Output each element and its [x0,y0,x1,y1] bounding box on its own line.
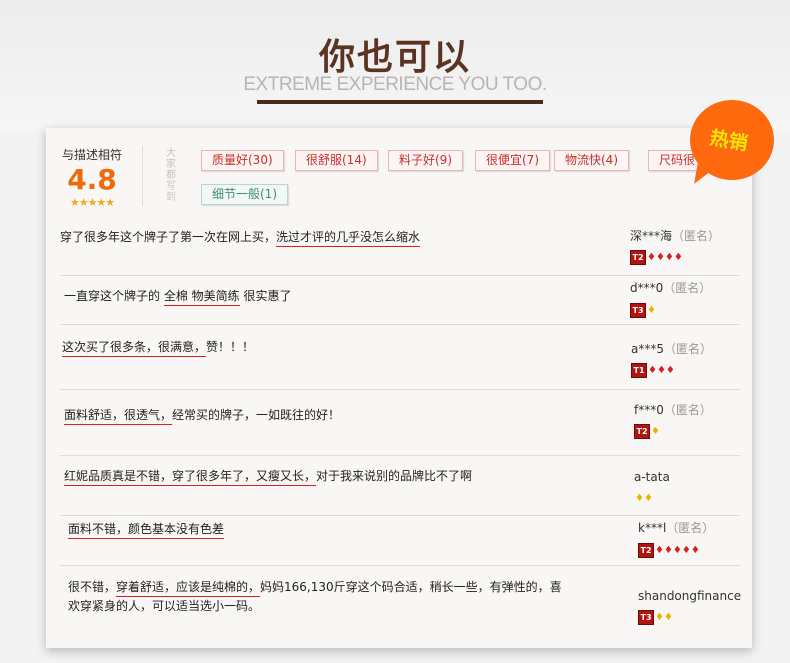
review-text: 这次买了很多条，很满意，赞！！！ [62,339,552,357]
reviewer-name: shandongfinance [638,589,742,603]
review-highlight: 洗过才评的几乎没怎么缩水 [276,230,421,247]
reviewer-badges: T1 ♦♦♦ [631,360,675,378]
review-highlight: 这次买了很多条，很满意， [62,340,207,357]
level-icon: T2 [630,250,646,265]
reviewer: a-tata [634,469,670,485]
diamond-icon: ♦♦ [655,611,673,623]
anonymous-label: （匿名） [663,281,712,295]
level-icon: T2 [634,424,650,439]
tag-fast-shipping[interactable]: 物流快(4) [554,150,629,171]
tag-material[interactable]: 料子好(9) [388,150,463,171]
review-text-plain: 很不错， [68,580,117,594]
review-text: 面料舒适，很透气，经常买的牌子，一如既往的好！ [64,407,554,425]
anonymous-label: （匿名） [672,229,721,243]
review-text: 很不错，穿着舒适，应该是纯棉的，妈妈166,130斤穿这个码合适，稍长一些，有弹… [68,578,568,616]
diamond-icon: ♦ [651,425,660,437]
reviewer-name: 深***海 [630,229,673,243]
reviewer-badges: ♦♦ [634,488,653,504]
review-item: 这次买了很多条，很满意，赞！！！ a***5（匿名） T1 ♦♦♦ [60,324,740,389]
page-title: 你也可以 [318,37,471,78]
review-text-plain: 很实惠了 [239,289,292,303]
reviewer: shandongfinance [638,588,741,604]
review-text: 穿了很多年这个牌子了第一次在网上买，洗过才评的几乎没怎么缩水 [60,229,550,247]
reviewer: k***l（匿名） [638,520,714,536]
diamond-icon: ♦♦♦♦♦ [655,544,700,556]
level-icon: T3 [638,610,654,625]
reviewer: a***5（匿名） [631,341,712,357]
tag-details-average[interactable]: 细节一般(1) [201,184,288,205]
reviewer-badges: T2 ♦♦♦♦ [630,247,683,265]
anonymous-label: （匿名） [666,521,715,535]
reviewer-badges: T3 ♦♦ [638,607,673,625]
rating-label: 与描述相符 [61,148,122,162]
review-text-plain: 赞！！！ [206,340,255,354]
tags-label: 大家都写到 [166,148,176,203]
reviewer-badges: T2 ♦ [634,421,660,439]
diamond-icon: ♦♦♦♦ [647,251,683,263]
review-text-plain: 经常买的牌子，一如既往的好！ [172,408,341,422]
hot-sale-badge: 热销 [690,100,778,188]
review-highlight: 面料舒适，很透气， [64,408,173,425]
rating-score: 4.8 [67,163,117,196]
level-icon: T1 [631,363,647,378]
reviewer-name: a***5 [631,342,664,356]
reviewer: d***0（匿名） [630,280,711,296]
anonymous-label: （匿名） [663,403,712,417]
tag-cheap[interactable]: 很便宜(7) [475,150,550,171]
review-highlight: 面料不错，颜色基本没有色差 [68,522,225,539]
review-highlight: 红妮品质真是不错，穿了很多年了，又瘦又长， [64,469,317,486]
reviewer-name: d***0 [630,281,664,295]
review-text: 红妮品质真是不错，穿了很多年了，又瘦又长，对于我来说别的品牌比不了啊 [64,468,584,486]
reviewer: 深***海（匿名） [630,228,720,244]
reviewer-name: a-tata [634,470,670,484]
reviewer-badges: T2 ♦♦♦♦♦ [638,540,700,558]
review-item: 很不错，穿着舒适，应该是纯棉的，妈妈166,130斤穿这个码合适，稍长一些，有弹… [60,565,741,648]
title-underline [257,100,543,104]
review-text-plain: 穿了很多年这个牌子了第一次在网上买， [60,230,277,244]
diamond-icon: ♦ [647,304,656,316]
review-text-plain: 对于我来说别的品牌比不了啊 [316,469,473,483]
reviewer: f***0（匿名） [634,402,712,418]
review-text-plain: 一直穿这个牌子的 [64,289,164,303]
review-highlight: 全棉 物美简练 [163,289,240,306]
diamond-icon: ♦♦♦ [648,364,675,376]
anonymous-label: （匿名） [664,342,713,356]
review-card: 与描述相符 4.8 ★★★★★ 大家都写到 质量好(30) 很舒服(14) 料子… [46,128,752,648]
review-item: 红妮品质真是不错，穿了很多年了，又瘦又长，对于我来说别的品牌比不了啊 a-tat… [60,455,740,515]
level-icon: T2 [638,543,654,558]
review-text: 一直穿这个牌子的 全棉 物美简练 很实惠了 [64,288,554,306]
summary-divider [142,146,143,206]
reviewer-badges: T3 ♦ [630,300,656,318]
review-item: 面料不错，颜色基本没有色差 k***l（匿名） T2 ♦♦♦♦♦ [60,515,740,565]
reviewer-name: f***0 [634,403,664,417]
rating-summary: 与描述相符 4.8 ★★★★★ [52,146,132,209]
review-item: 穿了很多年这个牌子了第一次在网上买，洗过才评的几乎没怎么缩水 深***海（匿名）… [60,220,740,275]
review-highlight: 穿着舒适，应该是纯棉的， [116,580,261,597]
review-text: 面料不错，颜色基本没有色差 [68,521,558,539]
diamond-icon: ♦♦ [635,492,653,504]
tag-comfortable[interactable]: 很舒服(14) [295,150,378,171]
reviewer-name: k***l [638,521,667,535]
page-subtitle: EXTREME EXPERIENCE YOU TOO. [243,74,547,95]
rating-stars: ★★★★★ [69,196,115,209]
review-item: 面料舒适，很透气，经常买的牌子，一如既往的好！ f***0（匿名） T2 ♦ [60,389,740,455]
level-icon: T3 [630,303,646,318]
review-item: 一直穿这个牌子的 全棉 物美简练 很实惠了 d***0（匿名） T3 ♦ [60,275,740,324]
header: 你也可以 EXTREME EXPERIENCE YOU TOO. [0,0,790,130]
tag-quality[interactable]: 质量好(30) [201,150,284,171]
